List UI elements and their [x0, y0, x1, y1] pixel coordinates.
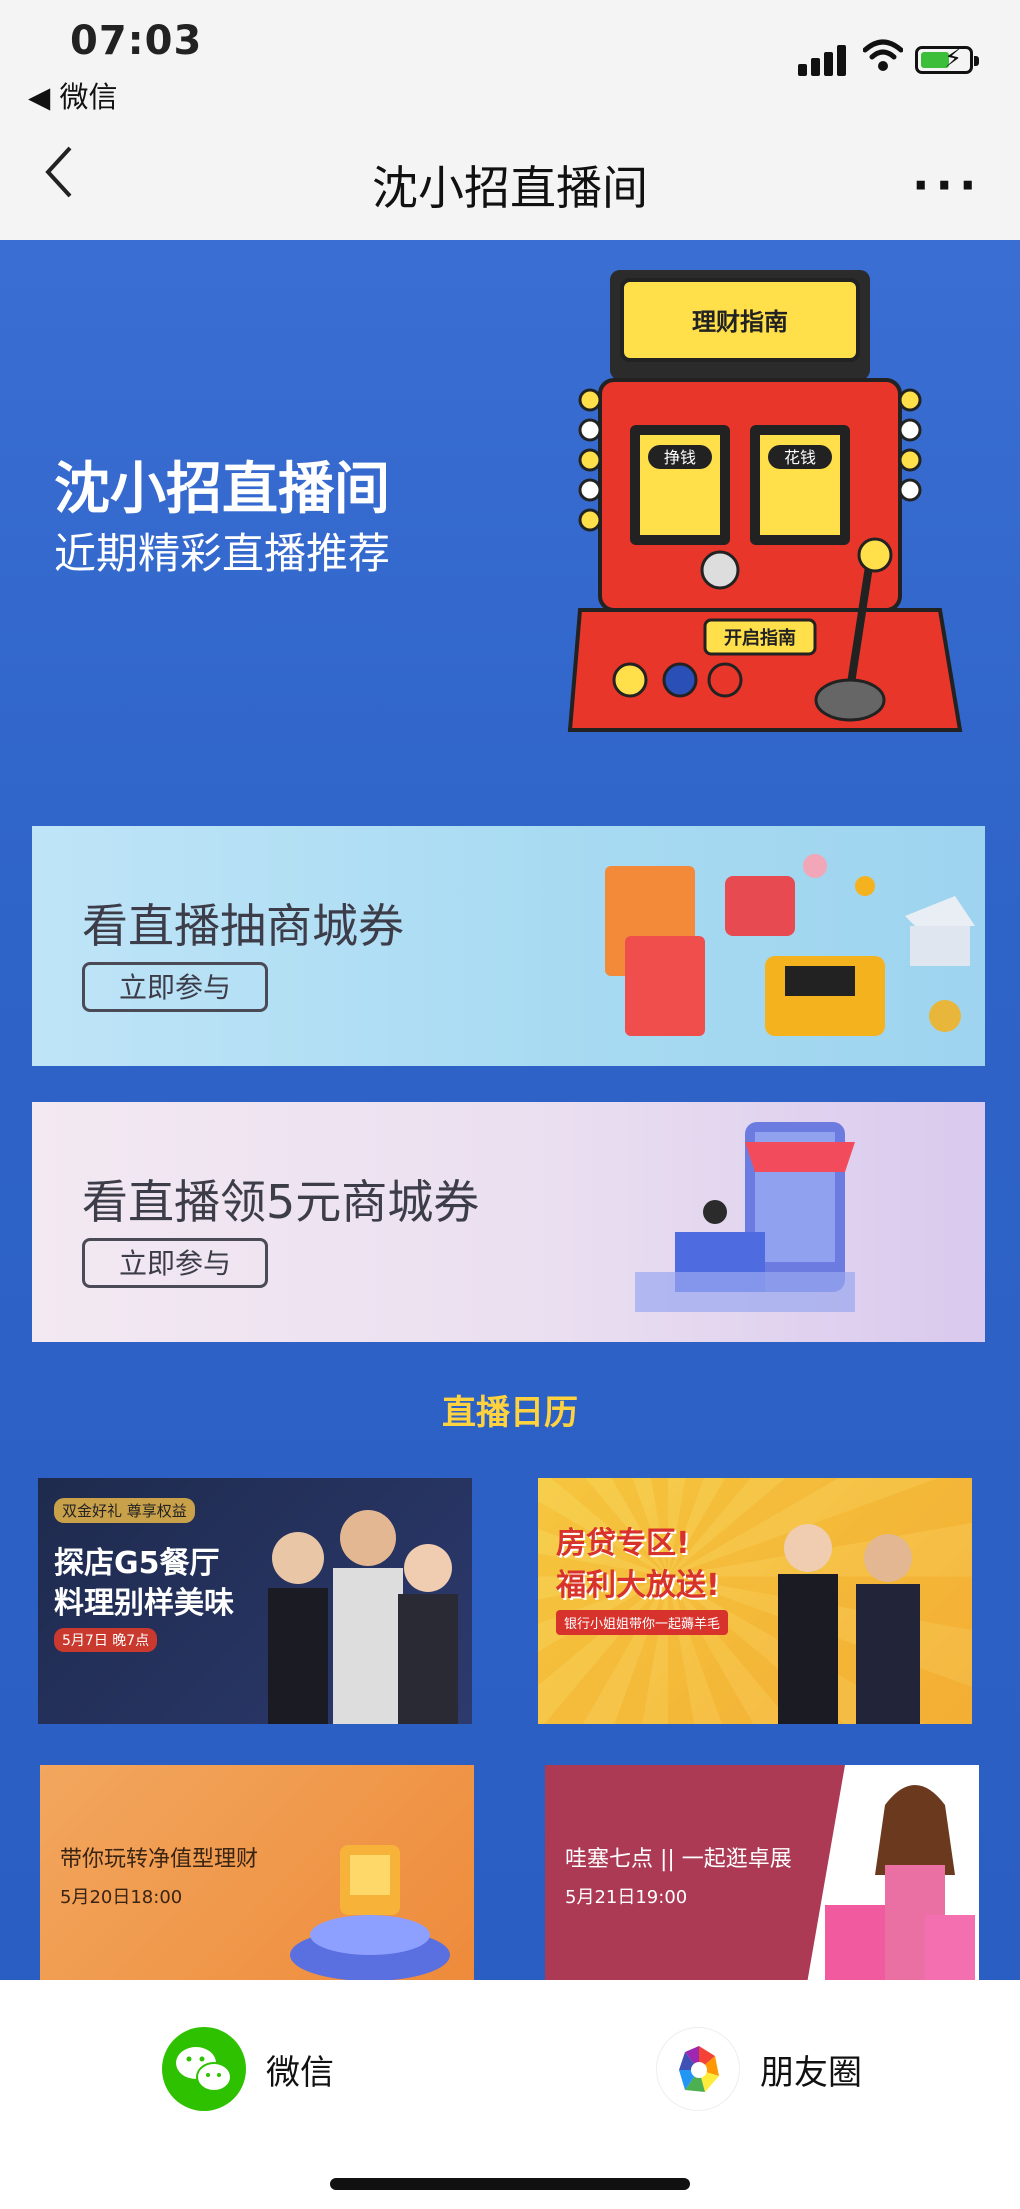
- share-bar: 微信 朋友圈: [0, 1980, 1020, 2209]
- join-now-button[interactable]: 立即参与: [82, 1238, 268, 1288]
- share-moments-label: 朋友圈: [760, 2052, 862, 2093]
- live-room-page: 沈小招直播间 近期精彩直播推荐 理财指南 挣钱 花钱 开启指南 看直播抽商城券 …: [0, 240, 1020, 1980]
- live-calendar-heading: 直播日历: [442, 1393, 578, 1433]
- shopping-bags-pos-illustration: [605, 854, 975, 1036]
- status-time: 07:03: [70, 18, 203, 64]
- share-wechat-label: 微信: [266, 2052, 334, 2093]
- machine-earn-label: 挣钱: [664, 448, 696, 467]
- join-now-button[interactable]: 立即参与: [82, 962, 268, 1012]
- event-title-line2: 料理别样美味: [54, 1586, 234, 1621]
- banner-title: 看直播领5元商城券: [82, 1175, 480, 1229]
- event-title: 哇塞七点 || 一起逛卓展: [565, 1847, 792, 1872]
- event-tag: 银行小姐姐带你一起薅羊毛: [556, 1610, 729, 1635]
- host-with-shopping-bags-photo: [807, 1765, 979, 1980]
- event-title-line2: 福利大放送!: [556, 1568, 720, 1603]
- event-title: 带你玩转净值型理财: [60, 1847, 259, 1872]
- event-tag: 双金好礼 尊享权益: [54, 1498, 195, 1523]
- moments-aperture-icon: [656, 2027, 740, 2111]
- back-to-app-link[interactable]: ◀ 微信: [28, 74, 118, 116]
- hosts-photo: [778, 1524, 920, 1724]
- wifi-icon: [863, 39, 903, 71]
- more-options-button[interactable]: ···: [912, 158, 982, 212]
- event-title-line1: 房贷专区!: [556, 1526, 690, 1561]
- hosts-photo: [268, 1510, 458, 1724]
- live-event-card[interactable]: 房贷专区! 福利大放送! 银行小姐姐带你一起薅羊毛: [538, 1478, 972, 1724]
- home-indicator: [330, 2178, 690, 2190]
- finance-platform-illustration: [290, 1845, 450, 1980]
- navigation-bar: 沈小招直播间 ···: [0, 118, 1020, 240]
- cellular-signal-icon: [798, 42, 848, 76]
- event-date: 5月7日 晚7点: [54, 1628, 158, 1652]
- mobile-shopping-illustration: [635, 1122, 855, 1312]
- status-bar: 07:03 ◀ 微信 ⚡: [0, 0, 1020, 118]
- page-title: 沈小招直播间: [372, 161, 648, 215]
- share-to-moments-button[interactable]: 朋友圈: [656, 2026, 862, 2112]
- hero-title: 沈小招直播间: [54, 457, 390, 522]
- machine-screen-text: 理财指南: [692, 308, 788, 336]
- hero-subtitle: 近期精彩直播推荐: [54, 529, 391, 578]
- event-date: 5月20日18:00: [60, 1887, 183, 1908]
- live-event-card[interactable]: 双金好礼 尊享权益 探店G5餐厅 料理别样美味 5月7日 晚7点: [38, 1478, 472, 1724]
- machine-start-label: 开启指南: [724, 627, 796, 649]
- five-yuan-coupon-banner[interactable]: 看直播领5元商城券 立即参与: [32, 1102, 985, 1342]
- lottery-coupon-banner[interactable]: 看直播抽商城券 立即参与: [32, 826, 985, 1066]
- live-event-card[interactable]: 带你玩转净值型理财 5月20日18:00: [40, 1765, 474, 1980]
- event-title-line1: 探店G5餐厅: [54, 1546, 220, 1581]
- live-event-card[interactable]: 哇塞七点 || 一起逛卓展 5月21日19:00: [545, 1765, 979, 1980]
- event-date: 5月21日19:00: [565, 1887, 688, 1908]
- machine-spend-label: 花钱: [784, 448, 816, 467]
- battery-icon: ⚡: [915, 45, 979, 74]
- finance-slot-machine-illustration: 理财指南 挣钱 花钱 开启指南: [567, 270, 963, 732]
- wechat-icon: [162, 2027, 246, 2111]
- banner-title: 看直播抽商城券: [82, 899, 404, 953]
- share-to-wechat-button[interactable]: 微信: [162, 2026, 334, 2112]
